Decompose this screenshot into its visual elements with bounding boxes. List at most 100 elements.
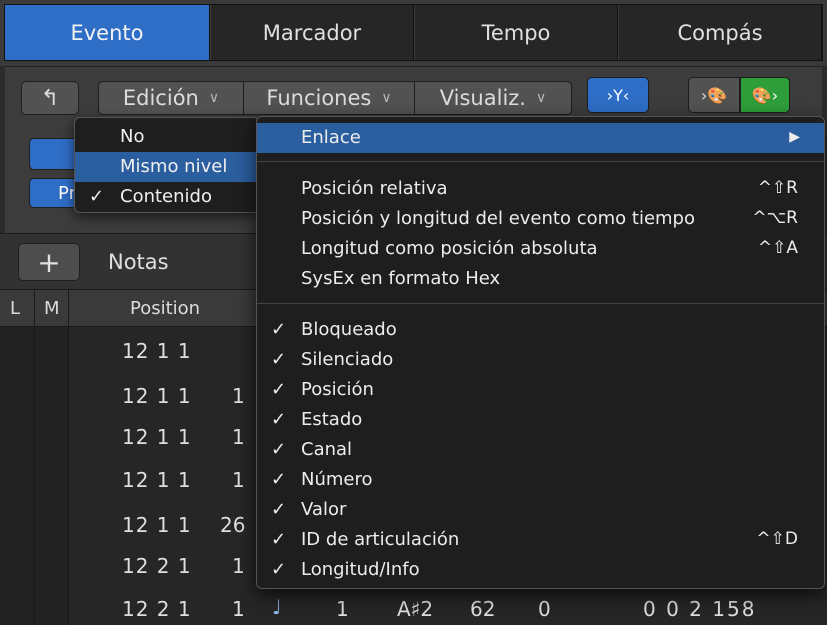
menu-item-longitud-info[interactable]: ✓ Longitud/Info [257, 555, 824, 585]
column-divider [68, 290, 69, 328]
visualiz-menu: Enlace ▶ Posición relativa ^⇧R Posición … [256, 116, 825, 589]
menu-separator [257, 161, 824, 162]
menu-item-posicion[interactable]: ✓ Posición [257, 375, 824, 405]
visualiz-menu-button[interactable]: Visualiz. ∨ [414, 81, 572, 115]
chevron-down-icon: ∨ [208, 90, 220, 106]
link-submenu: No Mismo nivel ✓ Contenido [74, 117, 260, 213]
palette-in-icon: 🎨› [751, 85, 779, 105]
table-row[interactable]: 12 2 1 1 ♩ 1 A♯2 62 0 0 0 2 158 [0, 593, 827, 623]
row-position: 12 1 1 [122, 468, 192, 492]
row-position: 12 2 1 [122, 597, 192, 621]
menu-item-id-articulacion[interactable]: ✓ ID de articulación ^⇧D [257, 525, 824, 555]
submenu-item-label: Mismo nivel [120, 156, 228, 177]
menu-item-longitud-posicion-absoluta[interactable]: Longitud como posición absoluta ^⇧A [257, 234, 824, 264]
chevron-down-icon: ∨ [381, 90, 392, 106]
column-position[interactable]: Position [130, 298, 200, 319]
tab-tempo[interactable]: Tempo [415, 5, 618, 60]
menu-item-shortcut: ^⇧D [756, 529, 798, 549]
menu-item-numero[interactable]: ✓ Número [257, 465, 824, 495]
row-value: 62 [470, 597, 496, 621]
column-divider [34, 290, 35, 328]
row-position-tick: 1 [232, 597, 245, 621]
menu-separator [257, 303, 824, 304]
column-l[interactable]: L [10, 298, 20, 319]
checkmark-icon: ✓ [271, 409, 287, 430]
checkmark-icon: ✓ [271, 469, 287, 490]
plus-icon: + [37, 245, 61, 279]
menu-item-label: SysEx en formato Hex [301, 268, 501, 289]
menu-item-label: Silenciado [301, 349, 394, 370]
menu-item-valor[interactable]: ✓ Valor [257, 495, 824, 525]
submenu-item-no[interactable]: No [75, 122, 259, 152]
row-position: 12 1 1 [122, 339, 192, 363]
menu-item-shortcut: ^⌥R [752, 208, 798, 228]
row-channel: 1 [336, 597, 349, 621]
column-m[interactable]: M [44, 298, 60, 319]
menu-item-label: Número [301, 469, 373, 490]
checkmark-icon: ✓ [271, 319, 287, 340]
tab-compas[interactable]: Compás [619, 5, 822, 60]
checkmark-icon: ✓ [89, 186, 105, 207]
row-position-tick: 1 [232, 425, 245, 449]
row-position: 12 1 1 [122, 425, 192, 449]
filter-icon: ›Y‹ [606, 85, 630, 105]
menu-item-enlace[interactable]: Enlace ▶ [257, 123, 824, 153]
add-event-button[interactable]: + [18, 243, 80, 281]
menu-item-sysex-hex[interactable]: SysEx en formato Hex [257, 264, 824, 294]
back-arrow-icon: ↰ [40, 85, 60, 111]
row-position-tick: 1 [232, 384, 245, 408]
menu-item-label: Enlace [301, 127, 361, 148]
menu-item-label: Posición y longitud del evento como tiem… [301, 208, 695, 229]
visualiz-menu-label: Visualiz. [439, 86, 526, 110]
row-number: A♯2 [397, 597, 434, 621]
menu-item-canal[interactable]: ✓ Canal [257, 435, 824, 465]
checkmark-icon: ✓ [271, 529, 287, 550]
menu-item-label: ID de articulación [301, 529, 460, 550]
tab-bar: Evento Marcador Tempo Compás [0, 0, 827, 66]
edicion-menu-button[interactable]: Edición ∨ [98, 81, 244, 115]
menu-item-silenciado[interactable]: ✓ Silenciado [257, 345, 824, 375]
checkmark-icon: ✓ [271, 379, 287, 400]
menu-item-shortcut: ^⇧A [757, 238, 798, 258]
menu-item-label: Longitud como posición absoluta [301, 238, 598, 259]
event-type-label[interactable]: Notas [108, 250, 169, 274]
checkmark-icon: ✓ [271, 349, 287, 370]
menu-item-estado[interactable]: ✓ Estado [257, 405, 824, 435]
menu-item-posicion-longitud-tiempo[interactable]: Posición y longitud del evento como tiem… [257, 204, 824, 234]
menu-item-label: Canal [301, 439, 353, 460]
submenu-item-label: No [120, 126, 145, 147]
midi-filter-button[interactable]: ›Y‹ [587, 77, 649, 113]
menu-item-label: Bloqueado [301, 319, 397, 340]
menu-item-posicion-relativa[interactable]: Posición relativa ^⇧R [257, 174, 824, 204]
edicion-menu-label: Edición [122, 86, 199, 110]
checkmark-icon: ✓ [271, 439, 287, 460]
menu-item-label: Valor [301, 499, 347, 520]
tab-evento[interactable]: Evento [5, 5, 210, 60]
row-articulation: 0 [538, 597, 551, 621]
menu-item-label: Posición relativa [301, 178, 448, 199]
checkmark-icon: ✓ [271, 499, 287, 520]
row-position-tick: 1 [232, 468, 245, 492]
menu-item-label: Estado [301, 409, 363, 430]
tab-marcador[interactable]: Marcador [211, 5, 414, 60]
submenu-item-contenido[interactable]: ✓ Contenido [75, 182, 259, 212]
midi-in-button[interactable]: 🎨› [740, 77, 790, 113]
menu-item-bloqueado[interactable]: ✓ Bloqueado [257, 315, 824, 345]
back-button[interactable]: ↰ [21, 81, 79, 115]
checkmark-icon: ✓ [271, 559, 287, 580]
palette-out-icon: ›🎨 [700, 85, 728, 105]
menu-item-label: Posición [301, 379, 374, 400]
submenu-item-mismo-nivel[interactable]: Mismo nivel [75, 152, 259, 182]
row-position-tick: 1 [232, 554, 245, 578]
menu-item-label: Longitud/Info [301, 559, 420, 580]
submenu-arrow-icon: ▶ [789, 129, 800, 145]
submenu-item-label: Contenido [120, 186, 212, 207]
menu-item-shortcut: ^⇧R [757, 178, 798, 198]
funciones-menu-label: Funciones [266, 86, 372, 110]
chevron-down-icon: ∨ [535, 90, 547, 106]
row-position: 12 1 1 [122, 513, 192, 537]
row-position-tick: 26 [220, 513, 246, 537]
row-length: 0 0 2 158 [643, 597, 757, 621]
midi-out-button[interactable]: ›🎨 [688, 77, 740, 113]
funciones-menu-button[interactable]: Funciones ∨ [243, 81, 415, 115]
